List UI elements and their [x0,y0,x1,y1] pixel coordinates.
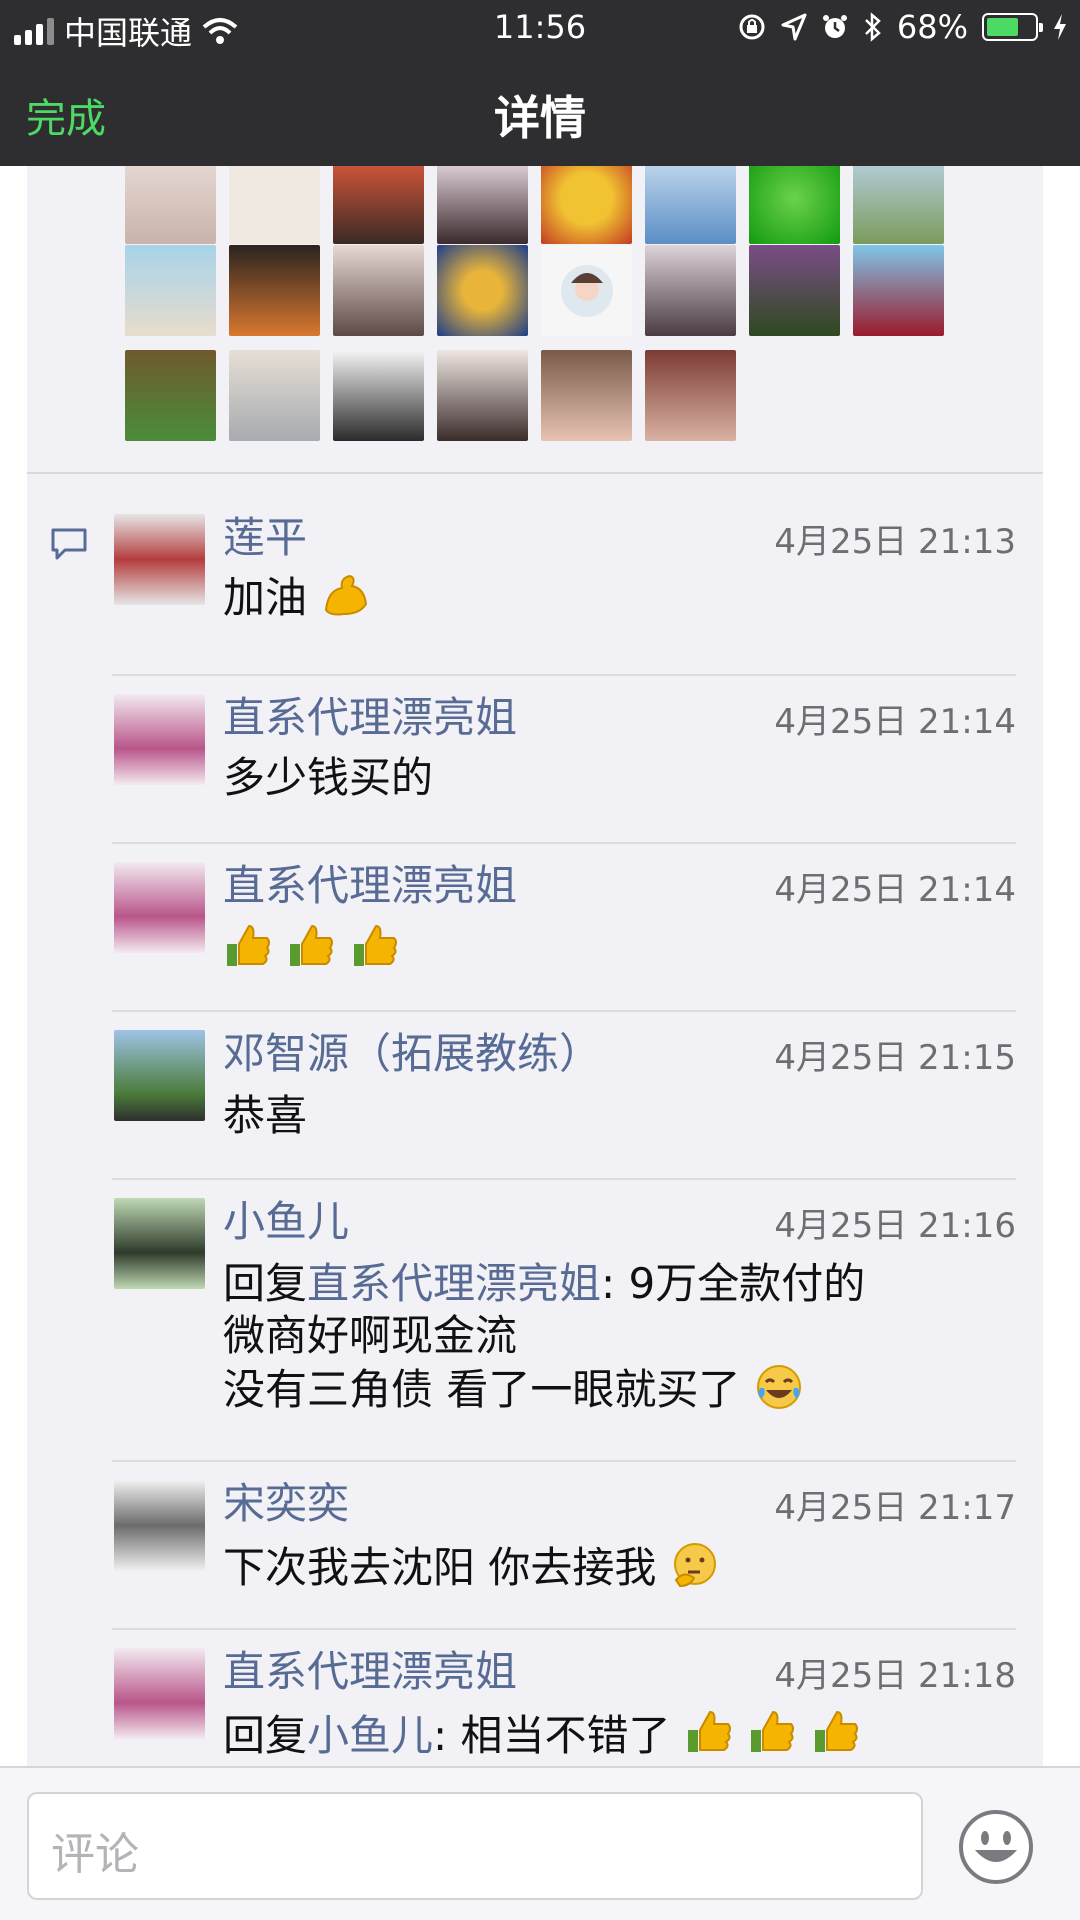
liker-avatar[interactable] [645,245,736,336]
commenter-name[interactable]: 直系代理漂亮姐 [223,852,517,913]
comment-time: 4月25日 21:15 [774,1038,1016,1078]
comment-item[interactable]: 直系代理漂亮姐 4月25日 21:18 回复小鱼儿: 相当不错了 [112,1630,1016,1766]
comment-text: 恭喜 [223,1091,308,1140]
liker-avatar[interactable] [229,166,320,244]
bluetooth-icon [864,12,881,42]
commenter-avatar[interactable] [114,694,205,785]
liker-avatar[interactable] [541,166,632,244]
battery-icon [982,13,1043,41]
liker-avatar[interactable] [853,245,944,336]
thumbs-up-icon [353,924,397,966]
comment-text: 回复小鱼儿: 相当不错了 [223,1708,1016,1762]
battery-fill [987,18,1019,36]
comment-item[interactable]: 直系代理漂亮姐 4月25日 21:14 多少钱买的 [112,676,1016,844]
likes-section [27,166,1043,474]
tears-of-joy-icon [756,1365,801,1409]
liker-avatar[interactable] [645,166,736,244]
thumbs-up-icon [227,924,270,966]
header: 中国联通 11:56 68% 完成 详情 [0,0,1080,166]
reply-target-name[interactable]: 小鱼儿 [307,1711,433,1760]
liker-avatar[interactable] [229,245,320,336]
commenter-name[interactable]: 直系代理漂亮姐 [223,1638,517,1699]
emoji-icon[interactable] [957,1808,1035,1886]
detail-content[interactable]: 莲平 4月25日 21:13 加油 直系代理漂亮姐 4月25日 21:14 多少… [27,166,1043,1766]
liker-avatar[interactable] [437,166,528,244]
liker-avatar[interactable] [229,350,320,441]
likes-avatar-grid [125,166,965,455]
comment-input[interactable]: 评论 [27,1792,923,1900]
commenter-name[interactable]: 直系代理漂亮姐 [223,684,517,745]
commenter-avatar[interactable] [114,862,205,953]
thumbs-up-icon [814,1710,858,1752]
liker-avatar[interactable] [645,350,736,441]
commenter-avatar[interactable] [114,1480,205,1571]
comment-item[interactable]: 莲平 4月25日 21:13 加油 [112,474,1016,676]
comment-text [223,922,1016,976]
liker-avatar[interactable] [541,350,632,441]
page-title: 详情 [494,91,586,145]
commenter-name[interactable]: 小鱼儿 [223,1188,349,1249]
comment-icon [51,528,87,560]
liker-avatar[interactable] [333,166,424,244]
thumbs-up-icon [290,924,334,966]
liker-avatar[interactable] [853,166,944,244]
comment-item[interactable]: 直系代理漂亮姐 4月25日 21:14 [112,844,1016,1012]
comment-bar: 评论 [0,1766,1080,1920]
status-right: 68% [737,8,1068,46]
commenter-name[interactable]: 莲平 [223,504,307,565]
flexed-biceps-icon [325,574,368,616]
commenter-name[interactable]: 宋奕奕 [223,1470,349,1531]
charging-icon [1054,14,1066,40]
thumbs-up-icon [751,1710,795,1752]
comment-time: 4月25日 21:16 [774,1206,1016,1246]
commenter-avatar[interactable] [114,514,205,605]
comment-text: 回复直系代理漂亮姐: 9万全款付的 微商好啊现金流 没有三角债 看了一眼就买了 [223,1258,1016,1416]
battery-percent: 68% [896,8,968,46]
commenter-avatar[interactable] [114,1030,205,1121]
commenter-avatar[interactable] [114,1648,205,1739]
comment-text: 加油 [223,570,1016,624]
liker-avatar[interactable] [125,350,216,441]
thumbs-up-icon [687,1710,731,1752]
comment-body: 下次我去沈阳 你去接我 [223,1543,657,1592]
comment-time: 4月25日 21:13 [774,522,1016,562]
thinking-face-icon [673,1543,716,1588]
comment-text: 下次我去沈阳 你去接我 [223,1540,1016,1594]
liker-avatar[interactable] [437,245,528,336]
comment-text: 多少钱买的 [223,753,434,802]
comment-body: : 相当不错了 [433,1711,671,1760]
liker-avatar[interactable] [333,245,424,336]
comment-item[interactable]: 宋奕奕 4月25日 21:17 下次我去沈阳 你去接我 [112,1462,1016,1630]
comment-time: 4月25日 21:18 [774,1656,1016,1696]
reply-target-name[interactable]: 直系代理漂亮姐 [307,1259,601,1308]
comments-list: 莲平 4月25日 21:13 加油 直系代理漂亮姐 4月25日 21:14 多少… [27,474,1043,1766]
liker-avatar[interactable] [437,350,528,441]
status-bar: 中国联通 11:56 68% [0,0,1080,54]
comment-time: 4月25日 21:14 [774,702,1016,742]
commenter-name[interactable]: 邓智源（拓展教练） [223,1020,601,1081]
alarm-icon [822,15,847,38]
comment-item[interactable]: 小鱼儿 4月25日 21:16 回复直系代理漂亮姐: 9万全款付的 微商好啊现金… [112,1180,1016,1462]
liker-avatar[interactable] [125,166,216,244]
comment-time: 4月25日 21:14 [774,870,1016,910]
liker-avatar[interactable] [333,350,424,441]
comment-item[interactable]: 邓智源（拓展教练） 4月25日 21:15 恭喜 [112,1012,1016,1180]
comment-body: : 9万全款付的 [601,1259,866,1308]
comment-body: 没有三角债 看了一眼就买了 [223,1365,741,1414]
rotation-lock-icon [739,14,765,40]
liker-avatar[interactable] [125,245,216,336]
commenter-avatar[interactable] [114,1198,205,1289]
liker-avatar[interactable] [541,245,632,336]
reply-prefix: 回复 [223,1259,308,1308]
location-icon [781,13,807,41]
comment-time: 4月25日 21:17 [774,1488,1016,1528]
liker-avatar[interactable] [749,166,840,244]
liker-avatar[interactable] [749,245,840,336]
comment-body: 微商好啊现金流 [223,1311,518,1360]
comment-body: 加油 [223,573,308,622]
reply-prefix: 回复 [223,1711,308,1760]
